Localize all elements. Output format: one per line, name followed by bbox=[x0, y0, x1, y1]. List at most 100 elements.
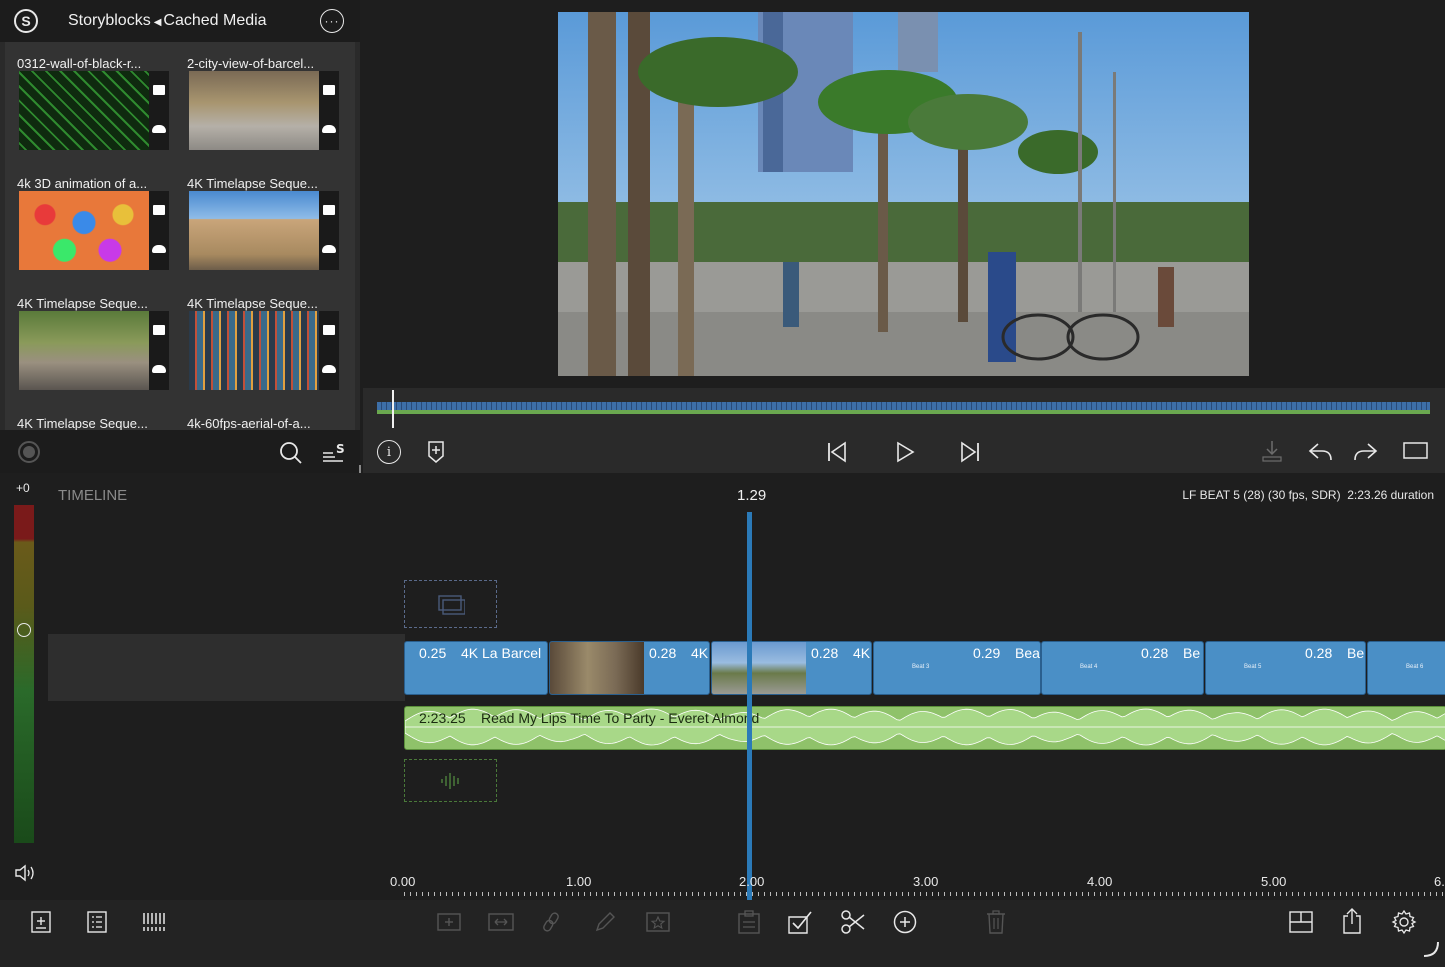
ruler-label: 5.00 bbox=[1261, 874, 1287, 889]
media-browser-footer: S bbox=[0, 430, 360, 473]
play-icon[interactable] bbox=[893, 440, 917, 464]
audio-clip-name: Read My Lips Time To Party - Everet Almo… bbox=[481, 710, 760, 726]
video-clip[interactable]: Beat 6 bbox=[1367, 641, 1445, 695]
audio-clip-duration: 2:23.25 bbox=[419, 710, 466, 726]
share-icon[interactable] bbox=[1339, 906, 1365, 936]
list-view-icon[interactable] bbox=[84, 908, 110, 936]
storyblocks-logo-icon[interactable]: S bbox=[14, 9, 38, 33]
media-item[interactable]: 4k 3D animation of a... bbox=[5, 162, 175, 282]
download-icon[interactable] bbox=[1259, 438, 1285, 464]
back-chevron-icon[interactable]: ◀ bbox=[154, 17, 162, 28]
loading-spinner-icon bbox=[1420, 938, 1440, 958]
ruler-label: 0.00 bbox=[390, 874, 416, 889]
audio-clip[interactable]: 2:23.25 Read My Lips Time To Party - Eve… bbox=[404, 706, 1445, 750]
scrub-audio-track bbox=[377, 410, 1430, 414]
media-item[interactable]: 4k-60fps-aerial-of-a... bbox=[175, 402, 345, 430]
film-icon bbox=[153, 325, 165, 335]
clip-name: Bea bbox=[1015, 645, 1040, 661]
settings-gear-icon[interactable] bbox=[1390, 908, 1418, 936]
media-item[interactable]: 4K Timelapse Seque... bbox=[175, 162, 345, 282]
clip-name: Be bbox=[1347, 645, 1365, 661]
video-clip[interactable]: Beat 4 0.28 Be bbox=[1041, 641, 1204, 695]
replace-icon[interactable] bbox=[486, 908, 516, 936]
audio-meter: +0 bbox=[0, 473, 48, 900]
add-audio-placeholder[interactable] bbox=[404, 759, 497, 802]
film-icon bbox=[153, 85, 165, 95]
scrub-bar[interactable] bbox=[363, 388, 1445, 428]
cloud-icon bbox=[322, 365, 336, 373]
clip-duration: 0.28 bbox=[1305, 645, 1333, 661]
ruler-label: 4.00 bbox=[1087, 874, 1113, 889]
beat-marker-label: Beat 6 bbox=[1406, 664, 1424, 670]
media-item-title: 4K Timelapse Seque... bbox=[187, 176, 318, 191]
search-icon[interactable] bbox=[278, 440, 304, 466]
fullscreen-icon[interactable] bbox=[1403, 440, 1429, 462]
primary-track-header bbox=[48, 634, 405, 701]
film-icon bbox=[323, 325, 335, 335]
source-label[interactable]: Storyblocks bbox=[68, 12, 151, 29]
media-item[interactable]: 4K Timelapse Seque... bbox=[175, 282, 345, 402]
video-clip[interactable]: Beat 3 0.29 Bea bbox=[873, 641, 1041, 695]
add-marker-icon[interactable] bbox=[425, 439, 447, 465]
select-checkbox-icon[interactable] bbox=[787, 908, 815, 936]
pencil-icon[interactable] bbox=[592, 908, 618, 936]
timeline-heading: TIMELINE bbox=[58, 487, 128, 504]
timeline-playhead[interactable] bbox=[747, 512, 752, 900]
clip-duration: 0.29 bbox=[973, 645, 1001, 661]
more-options-icon[interactable]: ··· bbox=[320, 9, 344, 33]
beat-marker-label: Beat 5 bbox=[1244, 664, 1262, 670]
project-info: LF BEAT 5 (28) (30 fps, SDR) 2:23.26 dur… bbox=[1182, 488, 1434, 502]
ruler-label: 1.00 bbox=[566, 874, 592, 889]
undo-icon[interactable] bbox=[1305, 438, 1335, 464]
media-thumbnail bbox=[19, 311, 149, 390]
video-clip[interactable]: 0.28 4K bbox=[549, 641, 710, 695]
media-item[interactable]: 2-city-view-of-barcel... bbox=[175, 42, 345, 162]
scissors-icon[interactable] bbox=[839, 908, 867, 936]
trash-icon[interactable] bbox=[983, 908, 1009, 936]
meter-level-label: +0 bbox=[16, 481, 30, 495]
record-button[interactable] bbox=[18, 441, 40, 463]
skip-forward-icon[interactable] bbox=[958, 440, 982, 464]
svg-text:S: S bbox=[336, 442, 345, 456]
skip-back-icon[interactable] bbox=[825, 440, 849, 464]
media-item-title: 4k 3D animation of a... bbox=[17, 176, 148, 191]
audio-mixer-icon[interactable] bbox=[140, 908, 168, 936]
clip-duration: 0.28 bbox=[1141, 645, 1169, 661]
clip-name: 4K La Barcel bbox=[461, 645, 542, 661]
playhead-time: 1.29 bbox=[737, 487, 767, 504]
film-icon bbox=[323, 85, 335, 95]
add-circle-icon[interactable] bbox=[891, 908, 919, 936]
media-item[interactable]: 4K Timelapse Seque... bbox=[5, 282, 175, 402]
sort-options-icon[interactable]: S bbox=[320, 440, 346, 466]
link-icon[interactable] bbox=[538, 908, 564, 936]
video-clip[interactable]: 0.28 4K bbox=[711, 641, 872, 695]
scrub-playhead[interactable] bbox=[392, 390, 394, 428]
info-icon[interactable]: i bbox=[377, 440, 401, 464]
redo-icon[interactable] bbox=[1351, 438, 1381, 464]
media-item[interactable]: 4K Timelapse Seque... bbox=[5, 402, 175, 430]
favorite-icon[interactable] bbox=[644, 908, 672, 936]
layout-icon[interactable] bbox=[1287, 908, 1315, 936]
insert-icon[interactable] bbox=[436, 908, 462, 936]
video-preview[interactable] bbox=[558, 12, 1249, 376]
media-item[interactable]: 0312-wall-of-black-r... bbox=[5, 42, 175, 162]
ruler-label: 3.00 bbox=[913, 874, 939, 889]
media-item-title: 2-city-view-of-barcel... bbox=[187, 56, 315, 71]
folder-label[interactable]: Cached Media bbox=[163, 12, 266, 29]
media-item-title: 0312-wall-of-black-r... bbox=[17, 56, 142, 71]
clip-thumbnail bbox=[712, 642, 806, 694]
speaker-icon[interactable] bbox=[12, 861, 38, 885]
add-title-placeholder[interactable] bbox=[404, 580, 497, 628]
cloud-icon bbox=[152, 245, 166, 253]
ruler-label: 2.00 bbox=[739, 874, 765, 889]
clip-name: 4K bbox=[691, 645, 709, 661]
add-media-icon[interactable] bbox=[28, 908, 54, 936]
video-clip[interactable]: 0.25 4K La Barcel bbox=[404, 641, 548, 695]
beat-marker-label: Beat 4 bbox=[1080, 664, 1098, 670]
video-clip[interactable]: Beat 5 0.28 Be bbox=[1205, 641, 1366, 695]
media-thumbnail bbox=[189, 311, 319, 390]
clipboard-icon[interactable] bbox=[736, 908, 762, 936]
media-thumbnail bbox=[189, 71, 319, 150]
cloud-icon bbox=[322, 245, 336, 253]
volume-knob[interactable] bbox=[17, 623, 31, 637]
